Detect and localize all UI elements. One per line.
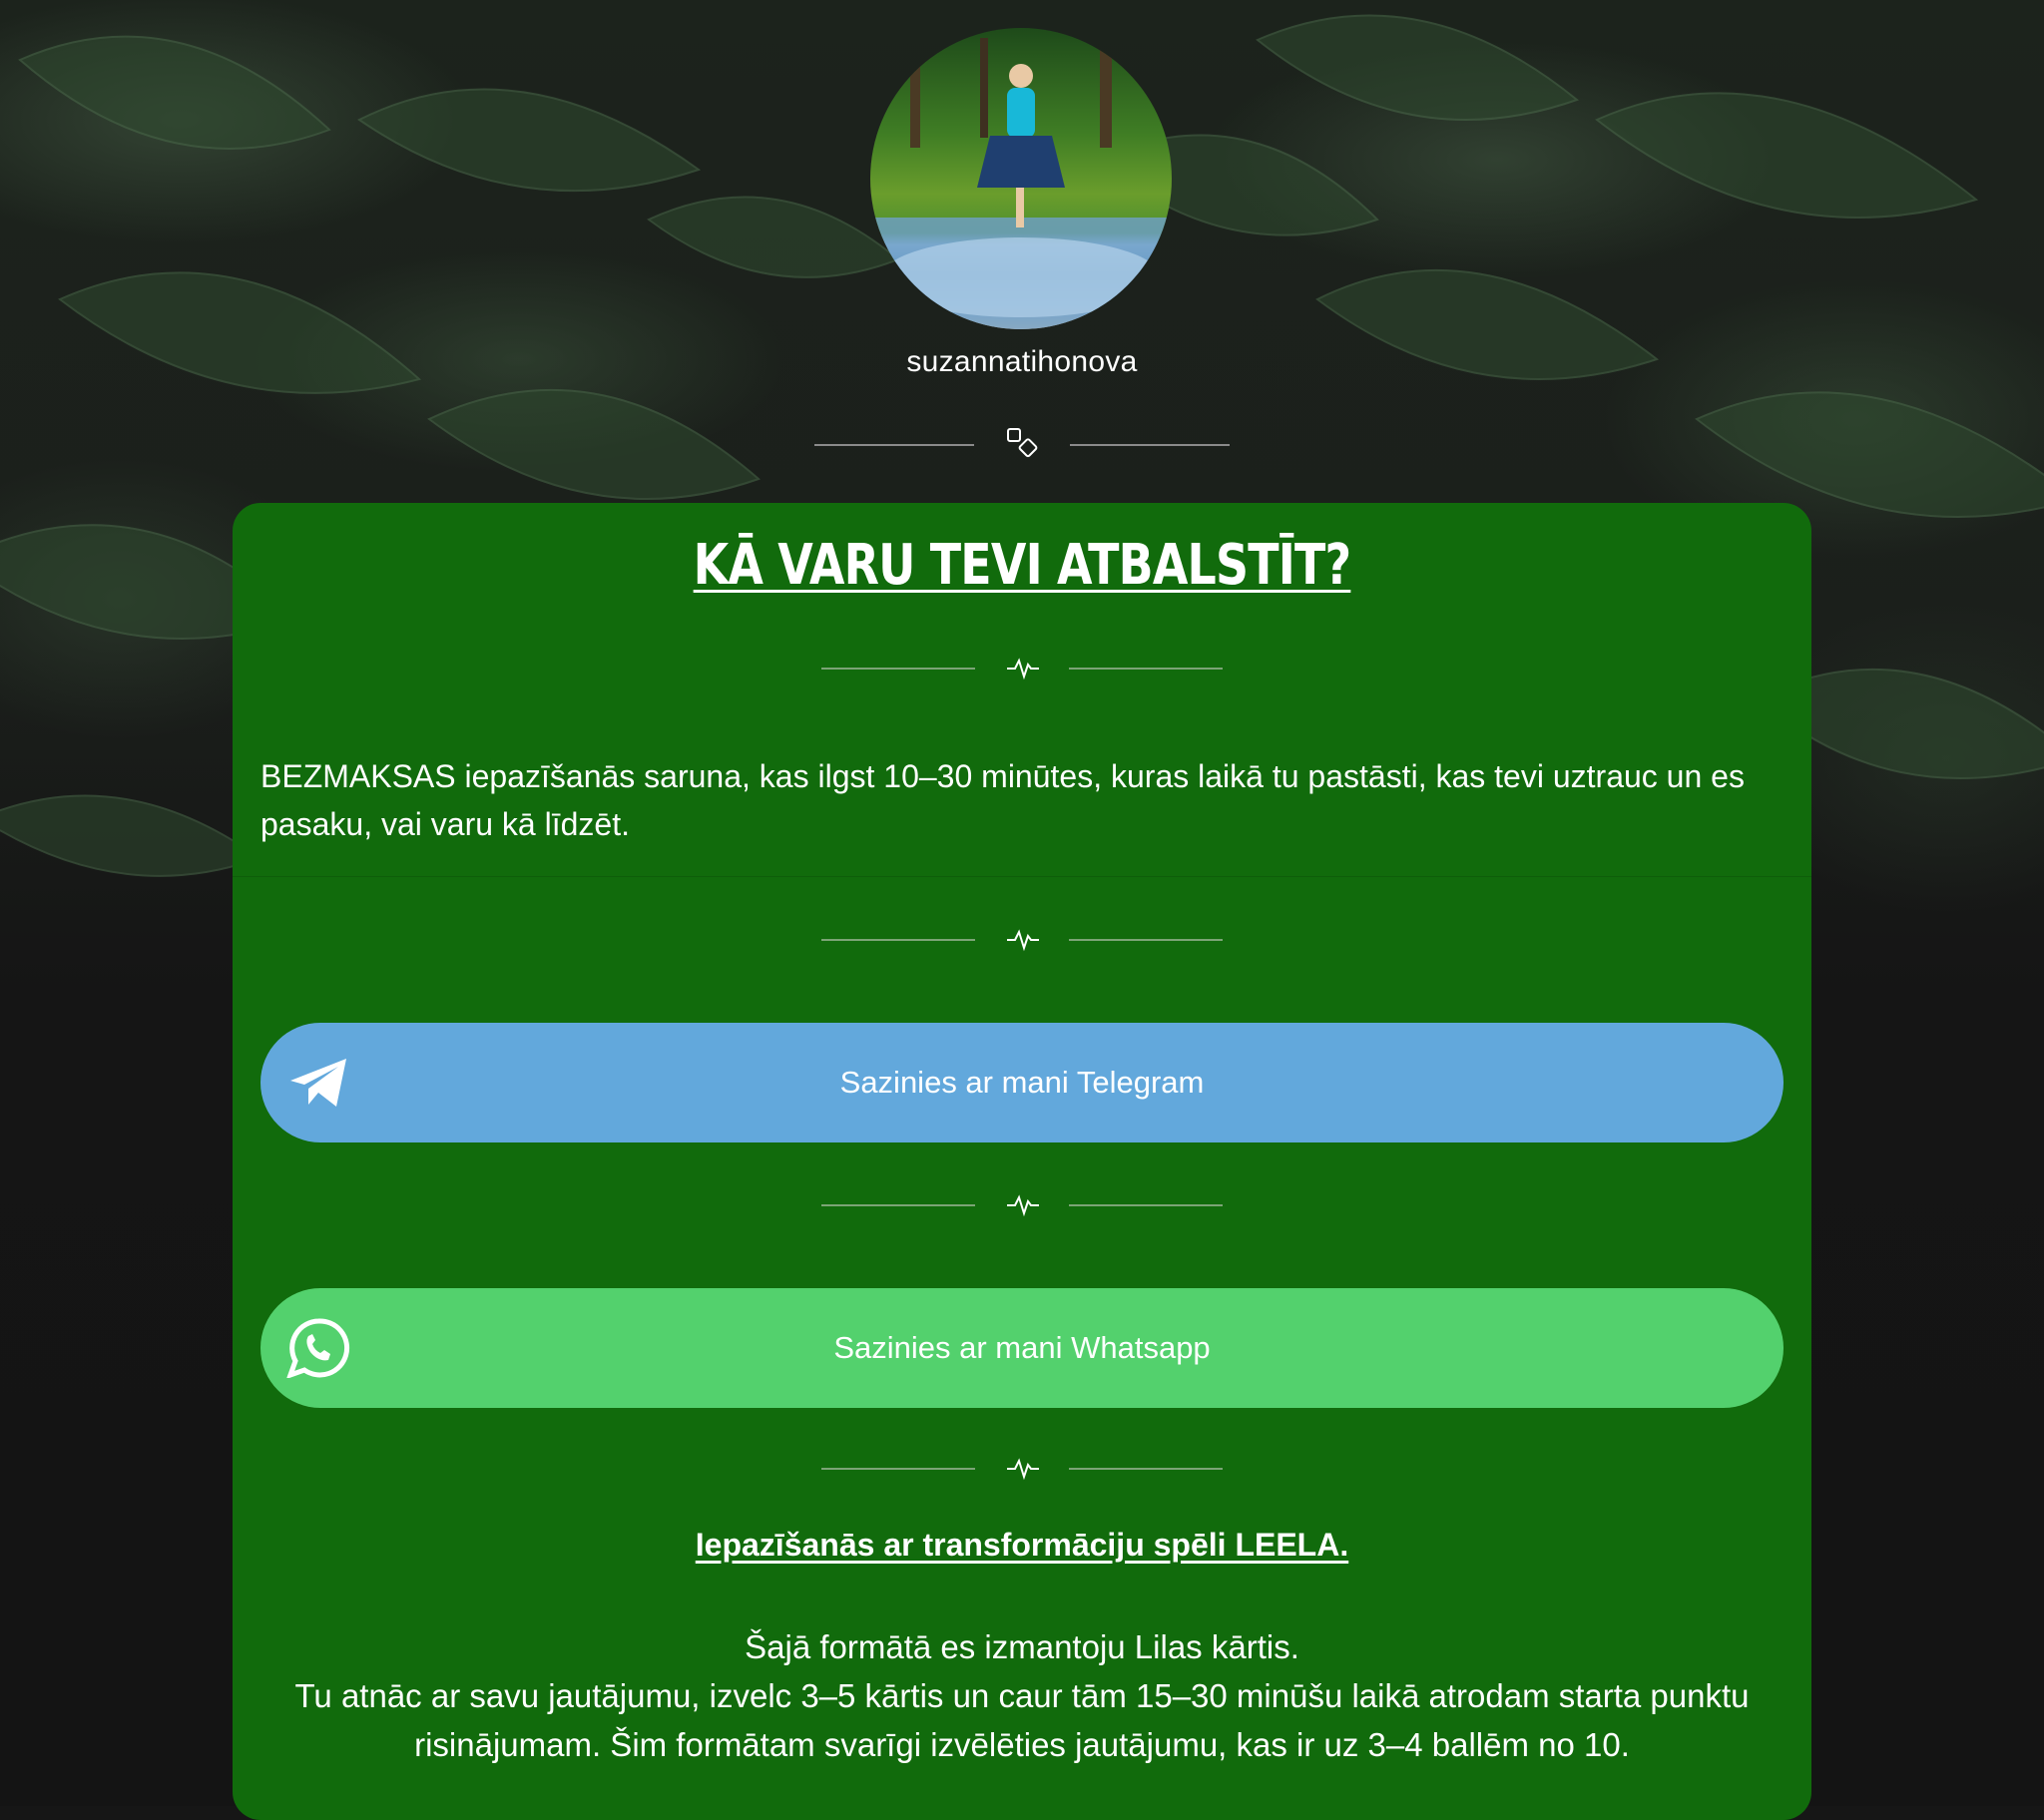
- username: suzannatihonova: [906, 345, 1138, 378]
- intro-description: BEZMAKSAS iepazīšanās saruna, kas ilgst …: [260, 758, 1745, 842]
- pulse-icon: [1007, 929, 1039, 952]
- leela-line-2: Tu atnāc ar savu jautājumu, izvelc 3–5 k…: [294, 1677, 1750, 1763]
- pulse-divider: [821, 1194, 1223, 1217]
- leela-line-1: Šajā formātā es izmantoju Lilas kārtis.: [745, 1628, 1299, 1665]
- whatsapp-button-label: Sazinies ar mani Whatsapp: [833, 1330, 1211, 1365]
- whatsapp-icon: [286, 1318, 350, 1378]
- pulse-icon: [1007, 658, 1039, 681]
- whatsapp-button[interactable]: Sazinies ar mani Whatsapp: [260, 1288, 1784, 1408]
- leela-title-link[interactable]: Iepazīšanās ar transformāciju spēli LEEL…: [233, 1527, 1811, 1564]
- pulse-divider: [821, 658, 1223, 681]
- card-title: KĀ VARU TEVI ATBALSTĪT?: [693, 533, 1352, 598]
- pulse-icon: [1007, 1194, 1039, 1217]
- pulse-divider: [821, 929, 1223, 952]
- pulse-icon: [1007, 1458, 1039, 1481]
- dice-icon: [1007, 428, 1038, 458]
- pulse-divider: [821, 1458, 1223, 1481]
- section-separator: [233, 876, 1811, 877]
- leela-description: Šajā formātā es izmantoju Lilas kārtis. …: [253, 1622, 1791, 1769]
- telegram-button-label: Sazinies ar mani Telegram: [839, 1065, 1205, 1100]
- telegram-icon: [290, 1059, 346, 1107]
- avatar: [870, 28, 1172, 329]
- support-card: KĀ VARU TEVI ATBALSTĪT? BEZMAKSAS iepazī…: [233, 503, 1811, 1820]
- dice-divider: [814, 428, 1230, 458]
- profile-photo-icon: [870, 28, 1172, 329]
- telegram-button[interactable]: Sazinies ar mani Telegram: [260, 1023, 1784, 1142]
